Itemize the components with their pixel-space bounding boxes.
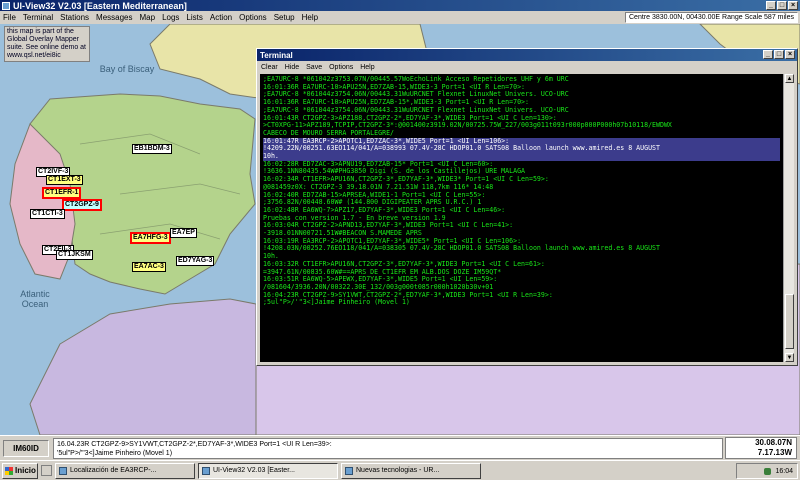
terminal-title-bar: Terminal _ □ × xyxy=(257,49,797,61)
station-label[interactable]: CT2GPZ-9 xyxy=(62,199,102,211)
app-icon xyxy=(2,1,10,10)
terminal-window[interactable]: Terminal _ □ × Clear Hide Save Options H… xyxy=(256,48,798,366)
terminal-minimize-button[interactable]: _ xyxy=(763,50,773,59)
menu-bar: File Terminal Stations Messages Map Logs… xyxy=(0,11,800,24)
menu-file[interactable]: File xyxy=(3,13,16,22)
station-label[interactable]: CT1CTI-3 xyxy=(30,209,65,219)
menu-options[interactable]: Options xyxy=(239,13,267,22)
cursor-lon: 7.17.13W xyxy=(757,448,792,457)
taskbar-item[interactable]: Nuevas tecnologias - UR... xyxy=(341,462,481,479)
taskbar-item[interactable]: Localización de EA3RCP-... xyxy=(55,462,195,479)
clock: 16:04 xyxy=(775,467,793,475)
terminal-scrollbar[interactable]: ▲ ▼ xyxy=(783,74,794,362)
station-label[interactable]: CT1EXT-3 xyxy=(46,175,83,185)
quick-launch-icon[interactable] xyxy=(41,465,52,476)
terminal-title: Terminal xyxy=(260,50,293,60)
close-button[interactable]: × xyxy=(788,1,798,10)
terminal-close-button[interactable]: × xyxy=(785,50,795,59)
station-label[interactable]: CT1EFR-1 xyxy=(42,187,82,199)
station-label[interactable]: EA7HFG-3 xyxy=(130,232,171,244)
taskbar: Inicio Localización de EA3RCP-... UI-Vie… xyxy=(0,460,800,480)
terminal-menu-hide[interactable]: Hide xyxy=(285,64,299,71)
browser-icon xyxy=(59,466,67,475)
terminal-maximize-button[interactable]: □ xyxy=(774,50,784,59)
overlay-note: this map is part of the Global Overlay M… xyxy=(4,26,90,62)
system-tray: 16:04 xyxy=(736,463,798,479)
menu-setup[interactable]: Setup xyxy=(274,13,295,22)
locator-box: IM60ID xyxy=(3,440,49,457)
station-label[interactable]: EA7AC-3 xyxy=(132,262,166,272)
terminal-menu-save[interactable]: Save xyxy=(306,64,322,71)
maximize-button[interactable]: □ xyxy=(777,1,787,10)
station-label[interactable]: CT1JKSM xyxy=(56,250,93,260)
station-label[interactable]: EB1BDM-3 xyxy=(132,144,172,154)
terminal-menu-clear[interactable]: Clear xyxy=(261,64,278,71)
scroll-thumb[interactable] xyxy=(785,294,794,349)
terminal-line: ;5ul"P>/'"3<]Jaime Pinheiro (Movel 1) xyxy=(263,298,410,307)
main-title-bar: UI-View32 V2.03 [Eastern Mediterranean] … xyxy=(0,0,800,11)
menu-action[interactable]: Action xyxy=(210,13,232,22)
taskbar-item-label: UI-View32 V2.03 [Easter... xyxy=(213,467,295,474)
window-title: UI-View32 V2.03 [Eastern Mediterranean] xyxy=(13,0,187,11)
taskbar-item-label: Nuevas tecnologias - UR... xyxy=(356,467,440,474)
station-label[interactable]: ED7YAG-3 xyxy=(176,256,215,266)
land-morocco xyxy=(29,298,257,435)
scroll-up-arrow-icon[interactable]: ▲ xyxy=(785,74,794,83)
taskbar-item-active[interactable]: UI-View32 V2.03 [Easter... xyxy=(198,462,338,479)
menu-stations[interactable]: Stations xyxy=(60,13,89,22)
menu-lists[interactable]: Lists xyxy=(186,13,202,22)
menu-terminal[interactable]: Terminal xyxy=(23,13,53,22)
cursor-coordinates: 30.08.07N 7.17.13W xyxy=(725,437,797,459)
last-packet-line-2: '5ul"P>/'"3<]Jaime Pinheiro (Movel 1) xyxy=(57,450,173,457)
uiview-icon xyxy=(202,466,210,475)
menu-help[interactable]: Help xyxy=(302,13,318,22)
minimize-button[interactable]: _ xyxy=(766,1,776,10)
bottom-panel: IM60ID 16.04.23R CT2GPZ-9>SY1VWT,CT2GPZ-… xyxy=(0,435,800,460)
last-packet-line-1: 16.04.23R CT2GPZ-9>SY1VWT,CT2GPZ-2*,ED7Y… xyxy=(57,441,332,448)
windows-logo-icon xyxy=(5,466,13,475)
last-packet-display: 16.04.23R CT2GPZ-9>SY1VWT,CT2GPZ-2*,ED7Y… xyxy=(53,438,723,459)
sea-label-atlantic: Atlantic Ocean xyxy=(20,289,50,309)
terminal-line: !4208.03N/00252.76EO118/041/A=038305 07.… xyxy=(263,244,660,253)
terminal-output[interactable]: ;EA7URC-8 *061042z3753.07N/00445.57WoEch… xyxy=(260,74,783,362)
browser-icon xyxy=(345,466,353,475)
start-button[interactable]: Inicio xyxy=(2,462,38,479)
terminal-menu-options[interactable]: Options xyxy=(329,64,353,71)
cursor-lat: 30.08.07N xyxy=(755,438,792,447)
menu-map[interactable]: Map xyxy=(140,13,156,22)
start-label: Inicio xyxy=(15,466,36,475)
terminal-menu-help[interactable]: Help xyxy=(360,64,374,71)
terminal-menu-bar: Clear Hide Save Options Help xyxy=(257,61,797,73)
taskbar-item-label: Localización de EA3RCP-... xyxy=(70,467,157,474)
menu-logs[interactable]: Logs xyxy=(162,13,179,22)
tray-icon[interactable] xyxy=(764,467,772,475)
terminal-line-selected: !4209.22N/00251.63EO114/041/A=038993 07.… xyxy=(263,145,780,154)
scroll-down-arrow-icon[interactable]: ▼ xyxy=(785,353,794,362)
map-status: Centre 3830.00N, 00430.00E Range Scale 5… xyxy=(625,12,798,23)
sea-label-biscay: Bay of Biscay xyxy=(99,64,155,74)
station-label[interactable]: EA7EP xyxy=(170,228,197,238)
menu-messages[interactable]: Messages xyxy=(96,13,132,22)
